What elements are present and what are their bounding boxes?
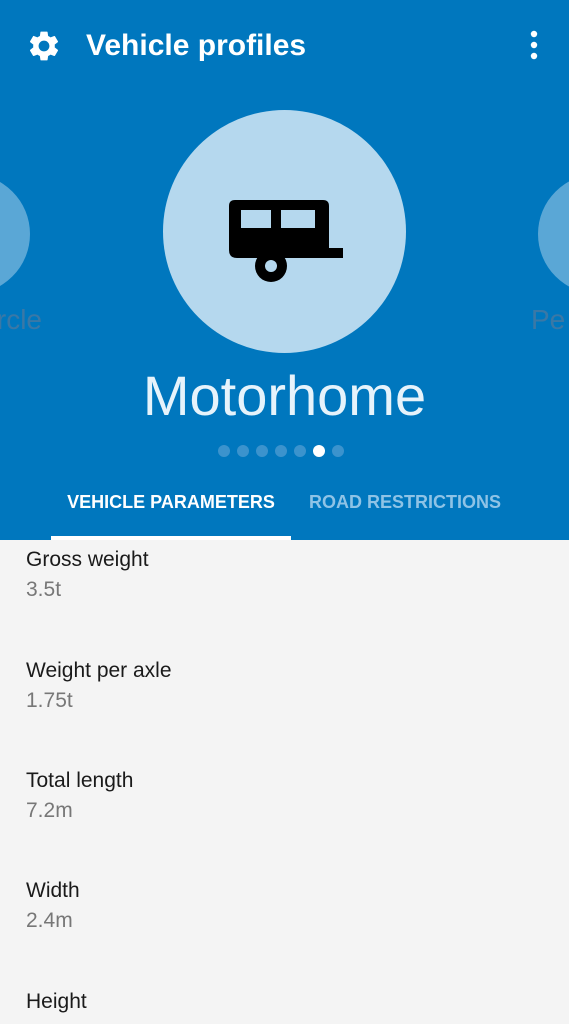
- parameter-label: Gross weight: [26, 548, 149, 571]
- next-profile-circle[interactable]: [538, 174, 569, 294]
- app-bar: Vehicle profiles: [0, 0, 569, 92]
- tab-vehicle-parameters[interactable]: VEHICLE PARAMETERS: [51, 480, 291, 540]
- parameter-label: Total length: [26, 769, 134, 792]
- list-item[interactable]: Width 2.4m: [26, 876, 526, 936]
- parameter-value: 1.75t: [26, 689, 73, 712]
- page-title: Vehicle profiles: [86, 29, 307, 62]
- gear-icon[interactable]: [26, 28, 62, 64]
- next-profile-label[interactable]: Pe: [531, 304, 565, 336]
- page-dot: [275, 445, 287, 457]
- parameter-label: Height: [26, 990, 87, 1013]
- list-item[interactable]: Gross weight 3.5t: [26, 545, 526, 605]
- list-item[interactable]: Height: [26, 987, 526, 1017]
- parameter-label: Width: [26, 879, 80, 902]
- previous-profile-circle[interactable]: [0, 174, 30, 294]
- parameter-value: 3.5t: [26, 578, 62, 601]
- page-dot: [294, 445, 306, 457]
- list-item[interactable]: Weight per axle 1.75t: [26, 656, 526, 716]
- overflow-menu-icon[interactable]: [522, 28, 546, 64]
- parameter-value: 7.2m: [26, 799, 73, 822]
- page-dot: [332, 445, 344, 457]
- parameter-label: Weight per axle: [26, 659, 172, 682]
- header: Vehicle profiles rcle Pe Motorhome VEHIC…: [0, 0, 569, 540]
- list-item[interactable]: Total length 7.2m: [26, 766, 526, 826]
- caravan-icon: [229, 200, 343, 282]
- page-dot: [218, 445, 230, 457]
- parameter-value: 2.4m: [26, 909, 73, 932]
- page-dot: [256, 445, 268, 457]
- page-dot-active: [313, 445, 325, 457]
- tab-road-restrictions[interactable]: ROAD RESTRICTIONS: [300, 480, 510, 540]
- parameters-list: Gross weight 3.5t Weight per axle 1.75t …: [0, 540, 569, 1024]
- page-dot: [237, 445, 249, 457]
- vehicle-profile-name: Motorhome: [142, 364, 427, 427]
- page-indicator: [218, 445, 344, 457]
- tab-bar: VEHICLE PARAMETERS ROAD RESTRICTIONS: [0, 480, 569, 540]
- previous-profile-label[interactable]: rcle: [0, 304, 42, 336]
